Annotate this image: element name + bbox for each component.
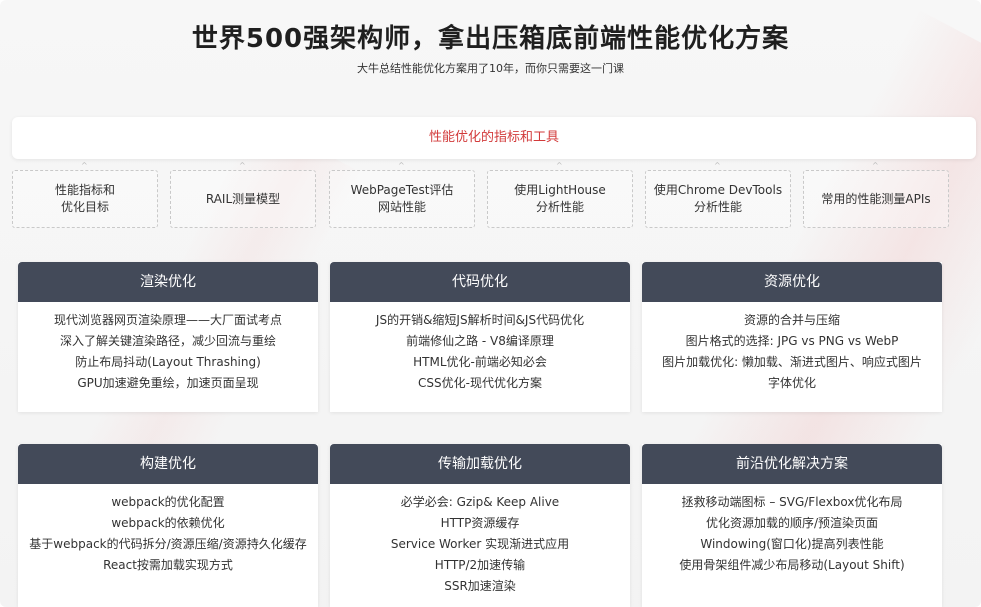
card-item: HTTP资源缓存 <box>440 516 520 530</box>
card-item: 图片加载优化: 懒加载、渐进式图片、响应式图片 <box>662 355 922 369</box>
card-item: 使用骨架组件减少布局移动(Layout Shift) <box>679 558 905 572</box>
card-code-optimization: 代码优化 JS的开销&缩短JS解析时间&JS代码优化 前端修仙之路 - V8编译… <box>330 262 630 412</box>
card-title: 前沿优化解决方案 <box>642 444 942 484</box>
caret-up-icon: ^ <box>239 161 246 170</box>
card-transfer-optimization: 传输加载优化 必学必会: Gzip& Keep Alive HTTP资源缓存 S… <box>330 444 630 607</box>
card-item: GPU加速避免重绘，加速页面呈现 <box>77 376 259 390</box>
card-item: 图片格式的选择: JPG vs PNG vs WebP <box>685 334 899 348</box>
tool-label: WebPageTest评估 <box>350 183 454 197</box>
card-item: 现代浏览器网页渲染原理——大厂面试考点 <box>53 313 282 327</box>
card-item: 拯救移动端图标 – SVG/Flexbox优化布局 <box>681 495 903 509</box>
tool-label: 性能指标和 <box>54 183 115 197</box>
card-item: SSR加速渲染 <box>444 579 516 593</box>
card-title: 传输加载优化 <box>330 444 630 484</box>
course-outline-page: 世界500强架构师，拿出压箱底前端性能优化方案 大牛总结性能优化方案用了10年，… <box>0 0 981 607</box>
card-item: 深入了解关键渲染路径，减少回流与重绘 <box>59 334 276 348</box>
card-item: 资源的合并与压缩 <box>743 313 840 327</box>
card-title: 渲染优化 <box>18 262 318 302</box>
tool-label: 常用的性能测量APIs <box>821 191 931 206</box>
tool-box-webpagetest: ^ WebPageTest评估 网站性能 <box>329 162 475 228</box>
card-item: webpack的优化配置 <box>111 495 225 509</box>
caret-up-icon: ^ <box>872 161 879 170</box>
card-item: 防止布局抖动(Layout Thrashing) <box>75 355 261 369</box>
caret-up-icon: ^ <box>398 161 405 170</box>
card-item: 必学必会: Gzip& Keep Alive <box>400 495 560 509</box>
tool-label: RAIL测量模型 <box>205 191 281 206</box>
tool-label: 优化目标 <box>60 200 109 214</box>
card-item: 前端修仙之路 - V8编译原理 <box>406 334 554 348</box>
tool-box-lighthouse: ^ 使用LightHouse 分析性能 <box>487 162 633 228</box>
card-item: 字体优化 <box>767 376 816 390</box>
card-build-optimization: 构建优化 webpack的优化配置 webpack的依赖优化 基于webpack… <box>18 444 318 607</box>
card-resource-optimization: 资源优化 资源的合并与压缩 图片格式的选择: JPG vs PNG vs Web… <box>642 262 942 412</box>
caret-up-icon: ^ <box>714 161 721 170</box>
card-title: 构建优化 <box>18 444 318 484</box>
card-item: React按需加载实现方式 <box>103 558 233 572</box>
card-frontier-solutions: 前沿优化解决方案 拯救移动端图标 – SVG/Flexbox优化布局 优化资源加… <box>642 444 942 607</box>
card-item: Service Worker 实现渐进式应用 <box>390 537 570 551</box>
card-title: 代码优化 <box>330 262 630 302</box>
page-subtitle: 大牛总结性能优化方案用了10年，而你只需要这一门课 <box>357 62 624 75</box>
card-item: 优化资源加载的顺序/预渲染页面 <box>705 516 879 530</box>
card-item: HTML优化-前端必知必会 <box>413 355 547 369</box>
caret-up-icon: ^ <box>81 161 88 170</box>
tool-label: 使用LightHouse <box>514 183 606 197</box>
card-render-optimization: 渲染优化 现代浏览器网页渲染原理——大厂面试考点 深入了解关键渲染路径，减少回流… <box>18 262 318 412</box>
card-item: HTTP/2加速传输 <box>434 558 526 572</box>
tool-label: 分析性能 <box>535 200 584 214</box>
tool-label: 分析性能 <box>693 200 742 214</box>
card-item: webpack的依赖优化 <box>111 516 225 530</box>
card-item: JS的开销&缩短JS解析时间&JS代码优化 <box>375 313 585 327</box>
caret-up-icon: ^ <box>556 161 563 170</box>
tool-box-devtools: ^ 使用Chrome DevTools 分析性能 <box>645 162 791 228</box>
card-item: 基于webpack的代码拆分/资源压缩/资源持久化缓存 <box>29 537 307 551</box>
tool-label: 网站性能 <box>377 200 426 214</box>
card-item: Windowing(窗口化)提高列表性能 <box>700 537 884 551</box>
tools-header: 性能优化的指标和工具 <box>12 117 976 159</box>
page-title: 世界500强架构师，拿出压箱底前端性能优化方案 <box>191 24 790 54</box>
tool-label: 使用Chrome DevTools <box>653 183 783 197</box>
card-title: 资源优化 <box>642 262 942 302</box>
card-item: CSS优化-现代优化方案 <box>418 376 542 390</box>
tool-box-apis: ^ 常用的性能测量APIs <box>803 162 949 228</box>
tool-box-rail: ^ RAIL测量模型 <box>170 162 316 228</box>
tool-box-metrics: ^ 性能指标和优化目标 <box>12 162 158 228</box>
